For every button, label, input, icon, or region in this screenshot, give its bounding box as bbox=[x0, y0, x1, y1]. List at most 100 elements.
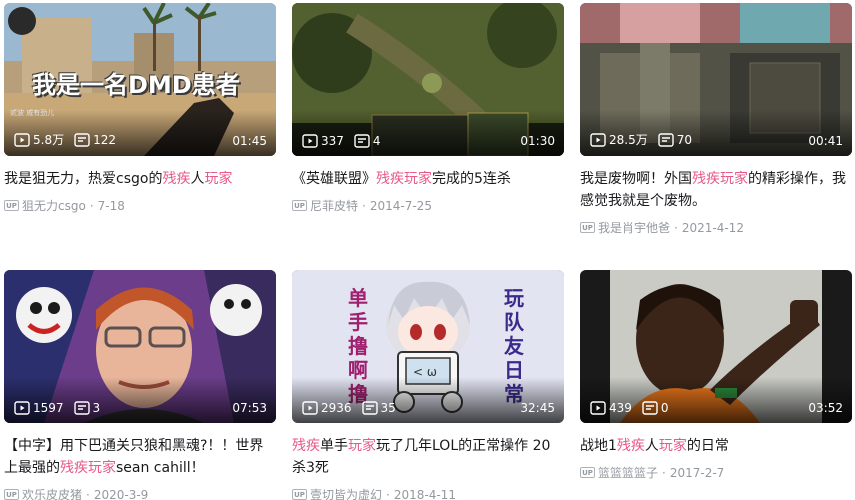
title-text: 完成的5连杀 bbox=[432, 171, 511, 187]
meta-separator: · bbox=[86, 487, 90, 500]
video-duration: 00:41 bbox=[808, 134, 843, 148]
title-text: 我是狙无力，热爱csgo的 bbox=[4, 171, 163, 187]
title-text: 单手 bbox=[320, 438, 348, 454]
video-meta[interactable]: UP 篮篮篮篮子 · 2017-2-7 bbox=[580, 464, 852, 481]
thumbnail-shade bbox=[4, 377, 276, 423]
video-thumbnail[interactable]: 439 0 03:52 bbox=[580, 270, 852, 423]
danmaku-count: 3 bbox=[73, 401, 100, 415]
title-text: sean cahill！ bbox=[116, 460, 205, 476]
video-card[interactable]: 28.5万 70 00:41 我是废物啊！外国残疾玩家的精彩操作，我感觉我就是个… bbox=[580, 3, 852, 236]
publish-date: 2021-4-12 bbox=[681, 220, 744, 235]
danmaku-count-value: 4 bbox=[372, 134, 381, 148]
video-thumbnail[interactable]: < ω 单手撸啊撸 玩队友日常 2936 35 32:45 bbox=[292, 270, 564, 423]
up-badge-icon: UP bbox=[292, 200, 307, 211]
author-name[interactable]: 尼菲皮特 bbox=[310, 197, 358, 214]
publish-date: 2014-7-25 bbox=[369, 198, 432, 213]
thumbnail-shade bbox=[580, 377, 852, 423]
title-keyword-highlight: 残疾玩家 bbox=[60, 460, 116, 476]
view-count: 439 bbox=[590, 401, 632, 415]
danmaku-icon bbox=[642, 401, 658, 415]
video-duration: 03:52 bbox=[808, 401, 843, 415]
danmaku-count: 35 bbox=[361, 401, 396, 415]
title-keyword-highlight: 玩家 bbox=[658, 438, 687, 454]
video-duration: 01:30 bbox=[520, 134, 555, 148]
video-card[interactable]: < ω 单手撸啊撸 玩队友日常 2936 35 32:45 残疾单手玩家玩了几年… bbox=[292, 270, 564, 500]
publish-date: 2020-3-9 bbox=[93, 487, 149, 500]
video-title[interactable]: 【中字】用下巴通关只狼和黑魂?！！世界上最强的残疾玩家sean cahill！ bbox=[4, 435, 274, 479]
meta-separator: · bbox=[362, 198, 366, 213]
video-duration: 07:53 bbox=[232, 401, 267, 415]
publish-date: 2018-4-11 bbox=[393, 487, 456, 500]
play-count-icon bbox=[14, 401, 30, 415]
video-stats: 1597 3 bbox=[14, 401, 110, 415]
publish-date: 7-18 bbox=[97, 198, 125, 213]
author-name[interactable]: 我是肖宇他爸 bbox=[598, 219, 670, 236]
video-card[interactable]: 贰波 戚有劲儿 我是一名DMD患者 5.8万 122 01:45 我是狙无力，热… bbox=[4, 3, 276, 214]
video-thumbnail[interactable]: 28.5万 70 00:41 bbox=[580, 3, 852, 156]
title-text: 我是废物啊！外国 bbox=[580, 171, 692, 187]
danmaku-count-value: 70 bbox=[676, 132, 693, 147]
danmaku-count-value: 35 bbox=[380, 401, 396, 415]
author-name[interactable]: 狙无力csgo bbox=[22, 197, 86, 214]
danmaku-icon bbox=[354, 134, 370, 148]
video-title[interactable]: 战地1残疾人玩家的日常 bbox=[580, 435, 850, 457]
video-stats: 2936 35 bbox=[302, 401, 406, 415]
video-meta[interactable]: UP 尼菲皮特 · 2014-7-25 bbox=[292, 197, 564, 214]
title-keyword-highlight: 残疾玩家 bbox=[376, 171, 432, 187]
view-count-value: 1597 bbox=[33, 401, 64, 415]
title-text: 《英雄联盟》 bbox=[292, 171, 376, 187]
video-stats: 439 0 bbox=[590, 401, 679, 415]
publish-date: 2017-2-7 bbox=[669, 465, 725, 480]
view-count-value: 2936 bbox=[321, 401, 352, 415]
danmaku-count: 0 bbox=[642, 401, 669, 415]
view-count: 337 bbox=[302, 134, 344, 148]
video-title[interactable]: 我是狙无力，热爱csgo的残疾人玩家 bbox=[4, 168, 274, 190]
author-name[interactable]: 壹切皆为虚幻 bbox=[310, 486, 382, 500]
up-badge-icon: UP bbox=[580, 467, 595, 478]
video-thumbnail[interactable]: 1597 3 07:53 bbox=[4, 270, 276, 423]
thumbnail-caption: 我是一名DMD患者 bbox=[32, 71, 240, 99]
video-meta[interactable]: UP 我是肖宇他爸 · 2021-4-12 bbox=[580, 219, 852, 236]
view-count-value: 5.8万 bbox=[33, 133, 65, 147]
meta-separator: · bbox=[386, 487, 390, 500]
title-keyword-highlight: 残疾 bbox=[162, 171, 191, 187]
meta-separator: · bbox=[662, 465, 666, 480]
danmaku-count-value: 0 bbox=[660, 401, 669, 415]
thumbnail-shade bbox=[292, 377, 564, 423]
play-count-icon bbox=[302, 401, 318, 415]
view-count: 2936 bbox=[302, 401, 352, 415]
video-stats: 5.8万 122 bbox=[14, 131, 126, 148]
author-name[interactable]: 篮篮篮篮子 bbox=[598, 464, 658, 481]
play-count-icon bbox=[14, 132, 30, 147]
danmaku-count-value: 122 bbox=[93, 132, 116, 147]
author-name[interactable]: 欢乐皮皮猪 bbox=[22, 486, 82, 500]
video-meta[interactable]: UP 欢乐皮皮猪 · 2020-3-9 bbox=[4, 486, 276, 500]
view-count-value: 439 bbox=[609, 401, 632, 415]
title-text: 人 bbox=[644, 438, 659, 454]
video-duration: 01:45 bbox=[232, 134, 267, 148]
video-card[interactable]: 439 0 03:52 战地1残疾人玩家的日常 UP 篮篮篮篮子 · 2017-… bbox=[580, 270, 852, 481]
play-count-icon bbox=[590, 401, 606, 415]
video-card[interactable]: 337 4 01:30 《英雄联盟》残疾玩家完成的5连杀 UP 尼菲皮特 · 2… bbox=[292, 3, 564, 214]
title-keyword-highlight: 玩家 bbox=[348, 438, 376, 454]
title-keyword-highlight: 残疾玩家 bbox=[692, 171, 748, 187]
video-title[interactable]: 我是废物啊！外国残疾玩家的精彩操作，我感觉我就是个废物。 bbox=[580, 168, 850, 212]
video-thumbnail[interactable]: 贰波 戚有劲儿 我是一名DMD患者 5.8万 122 01:45 bbox=[4, 3, 276, 156]
play-count-icon bbox=[590, 132, 606, 147]
title-keyword-highlight: 残疾 bbox=[292, 438, 320, 454]
title-text: 战地1 bbox=[580, 438, 617, 454]
danmaku-count: 4 bbox=[354, 134, 381, 148]
up-badge-icon: UP bbox=[4, 200, 19, 211]
title-text: 的日常 bbox=[686, 438, 729, 454]
video-card[interactable]: 1597 3 07:53 【中字】用下巴通关只狼和黑魂?！！世界上最强的残疾玩家… bbox=[4, 270, 276, 500]
video-title[interactable]: 《英雄联盟》残疾玩家完成的5连杀 bbox=[292, 168, 562, 190]
up-badge-icon: UP bbox=[580, 222, 595, 233]
video-meta[interactable]: UP 壹切皆为虚幻 · 2018-4-11 bbox=[292, 486, 564, 500]
video-stats: 337 4 bbox=[302, 134, 391, 148]
video-thumbnail[interactable]: 337 4 01:30 bbox=[292, 3, 564, 156]
video-title[interactable]: 残疾单手玩家玩了几年LOL的正常操作 20杀3死 bbox=[292, 435, 562, 479]
danmaku-icon bbox=[74, 132, 90, 147]
video-meta[interactable]: UP 狙无力csgo · 7-18 bbox=[4, 197, 276, 214]
video-stats: 28.5万 70 bbox=[590, 131, 702, 148]
meta-separator: · bbox=[89, 198, 94, 213]
